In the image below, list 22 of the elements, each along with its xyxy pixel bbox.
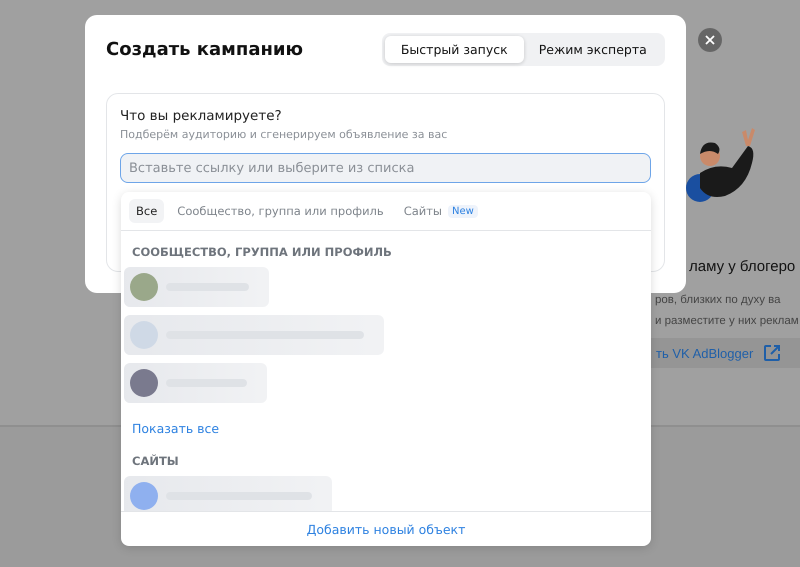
blurred-list-item[interactable] — [124, 363, 267, 403]
hint-text: Подберём аудиторию и сгенерируем объявление за вас — [120, 128, 448, 141]
background-text: ров, близких по духу ва — [655, 293, 782, 308]
background-text: и разместите у них реклам — [655, 314, 800, 329]
close-icon[interactable] — [705, 35, 715, 45]
section-heading: САЙТЫ — [131, 454, 180, 470]
mode-tab[interactable]: Режим эксперта — [524, 36, 662, 63]
add-object-link[interactable]: Добавить новый объект — [306, 522, 466, 536]
filter-tab[interactable]: Все — [129, 199, 164, 223]
background-heading: ламу у блогеро — [689, 258, 796, 275]
blurred-list-item[interactable] — [124, 476, 332, 511]
filter-tab[interactable]: Сообщество, группа или профиль — [170, 199, 391, 223]
dialog-title: Создать кампанию — [106, 39, 304, 60]
new-badge: New — [448, 204, 478, 218]
external-link-icon[interactable] — [763, 344, 782, 362]
link-input-field[interactable]: Вставьте ссылку или выберите из списка — [120, 153, 651, 183]
question-label: Что вы рекламируете? — [120, 108, 283, 124]
blurred-list-item[interactable] — [124, 267, 269, 307]
mode-tab[interactable]: Быстрый запуск — [385, 36, 524, 63]
filter-tab[interactable]: Сайты New — [396, 199, 485, 223]
show-all-link[interactable]: Показать все — [121, 411, 651, 454]
section-heading: СООБЩЕСТВО, ГРУППА ИЛИ ПРОФИЛЬ — [131, 245, 393, 261]
